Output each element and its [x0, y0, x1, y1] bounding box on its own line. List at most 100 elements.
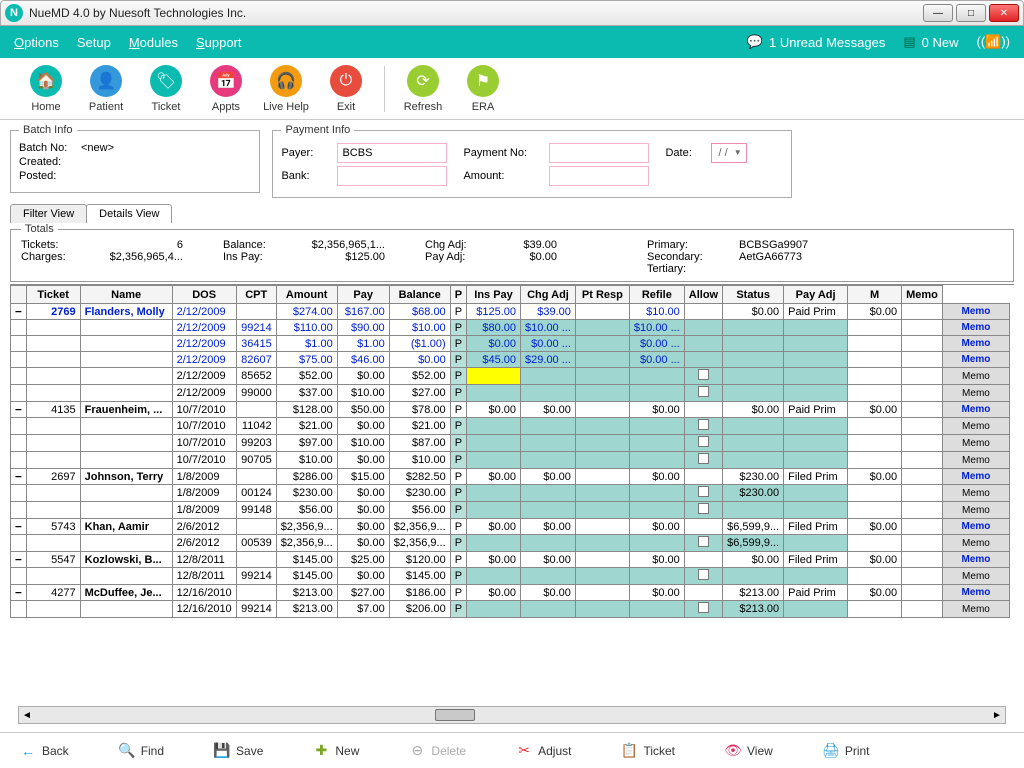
memo-button[interactable]: Memo	[942, 585, 1009, 601]
menu-setup[interactable]: Setup	[77, 35, 111, 50]
memo-button[interactable]: Memo	[942, 368, 1009, 385]
col-refile[interactable]: Refile	[629, 286, 684, 304]
table-row[interactable]: 12/8/201199214$145.00$0.00$145.00PMemo	[11, 568, 1010, 585]
tab-filter-view[interactable]: Filter View	[10, 204, 87, 223]
col-cpt[interactable]: CPT	[236, 286, 276, 304]
tab-details-view[interactable]: Details View	[86, 204, 172, 223]
col-m[interactable]: M	[848, 286, 902, 304]
bank-input[interactable]	[337, 166, 447, 186]
memo-button[interactable]: Memo	[942, 435, 1009, 452]
print-button[interactable]: 🖨Print	[823, 743, 870, 759]
refile-checkbox[interactable]	[698, 486, 709, 497]
memo-button[interactable]: Memo	[942, 469, 1009, 485]
table-row[interactable]: 2/6/201200539$2,356,9...$0.00$2,356,9...…	[11, 535, 1010, 552]
expand-toggle[interactable]: −	[15, 305, 22, 318]
table-row[interactable]: 10/7/201090705$10.00$0.00$10.00PMemo	[11, 452, 1010, 469]
menu-modules[interactable]: Modules	[129, 35, 178, 50]
ticket-button[interactable]: 🏷Ticket	[136, 65, 196, 113]
col-pay adj[interactable]: Pay Adj	[784, 286, 848, 304]
amount-input[interactable]	[549, 166, 649, 186]
ticket-bottom-button[interactable]: 📋Ticket	[621, 743, 675, 759]
refile-checkbox[interactable]	[698, 386, 709, 397]
memo-button[interactable]: Memo	[942, 352, 1009, 368]
menu-options[interactable]: Options	[14, 35, 59, 50]
memo-button[interactable]: Memo	[942, 568, 1009, 585]
table-row[interactable]: 2/12/200999214$110.00$90.00$10.00P$80.00…	[11, 320, 1010, 336]
table-row[interactable]: −4135Frauenheim, ...10/7/2010$128.00$50.…	[11, 402, 1010, 418]
col-amount[interactable]: Amount	[276, 286, 337, 304]
expand-toggle[interactable]: −	[15, 470, 22, 483]
appts-button[interactable]: 📅Appts	[196, 65, 256, 113]
unread-messages-link[interactable]: 💬 1 Unread Messages	[747, 34, 886, 50]
memo-button[interactable]: Memo	[942, 336, 1009, 352]
horizontal-scrollbar[interactable]: ◄ ►	[18, 706, 1006, 724]
data-grid[interactable]: TicketNameDOSCPTAmountPayBalancePIns Pay…	[10, 284, 1014, 682]
refile-checkbox[interactable]	[698, 369, 709, 380]
refile-checkbox[interactable]	[698, 602, 709, 613]
maximize-button[interactable]: □	[956, 4, 986, 22]
col-balance[interactable]: Balance	[389, 286, 450, 304]
expand-toggle[interactable]: −	[15, 553, 22, 566]
memo-button[interactable]: Memo	[942, 535, 1009, 552]
col-status[interactable]: Status	[723, 286, 784, 304]
refile-checkbox[interactable]	[698, 436, 709, 447]
refile-checkbox[interactable]	[698, 503, 709, 514]
date-picker[interactable]: / /	[711, 143, 746, 163]
col-memo[interactable]: Memo	[902, 286, 943, 304]
find-button[interactable]: 🔍Find	[119, 743, 164, 759]
exit-button[interactable]: ⏻Exit	[316, 65, 376, 113]
expand-toggle[interactable]: −	[15, 403, 22, 416]
new-button[interactable]: ✚New	[313, 743, 359, 759]
save-button[interactable]: 💾Save	[214, 743, 263, 759]
era-button[interactable]: ⚑ERA	[453, 65, 513, 113]
col-pt resp[interactable]: Pt Resp	[575, 286, 629, 304]
memo-button[interactable]: Memo	[942, 385, 1009, 402]
memo-button[interactable]: Memo	[942, 552, 1009, 568]
table-row[interactable]: 1/8/200999148$56.00$0.00$56.00PMemo	[11, 502, 1010, 519]
table-row[interactable]: 10/7/201099203$97.00$10.00$87.00PMemo	[11, 435, 1010, 452]
paymentno-input[interactable]	[549, 143, 649, 163]
expand-toggle[interactable]: −	[15, 586, 22, 599]
home-button[interactable]: 🏠Home	[16, 65, 76, 113]
table-row[interactable]: −5547Kozlowski, B...12/8/2011$145.00$25.…	[11, 552, 1010, 568]
new-messages-link[interactable]: ▤ 0 New	[903, 34, 958, 50]
view-button[interactable]: 👁View	[725, 743, 773, 759]
table-row[interactable]: 2/12/200999000$37.00$10.00$27.00PMemo	[11, 385, 1010, 402]
scroll-left-icon[interactable]: ◄	[19, 710, 35, 721]
memo-button[interactable]: Memo	[942, 418, 1009, 435]
table-row[interactable]: −4277McDuffee, Je...12/16/2010$213.00$27…	[11, 585, 1010, 601]
memo-button[interactable]: Memo	[942, 502, 1009, 519]
memo-button[interactable]: Memo	[942, 485, 1009, 502]
col-pay[interactable]: Pay	[337, 286, 389, 304]
table-row[interactable]: 1/8/200900124$230.00$0.00$230.00P$230.00…	[11, 485, 1010, 502]
adjust-button[interactable]: ✂Adjust	[516, 743, 571, 759]
refresh-button[interactable]: ⟳Refresh	[393, 65, 453, 113]
expand-toggle[interactable]: −	[15, 520, 22, 533]
table-row[interactable]: 2/12/200985652$52.00$0.00$52.00PMemo	[11, 368, 1010, 385]
col-ins pay[interactable]: Ins Pay	[467, 286, 521, 304]
col-chg adj[interactable]: Chg Adj	[521, 286, 576, 304]
ticket-link[interactable]: 2769	[51, 306, 75, 318]
col-allow[interactable]: Allow	[684, 286, 722, 304]
col-dos[interactable]: DOS	[172, 286, 236, 304]
patient-name-link[interactable]: Flanders, Molly	[85, 306, 165, 318]
col-name[interactable]: Name	[80, 286, 172, 304]
back-button[interactable]: ←Back	[20, 743, 69, 759]
memo-button[interactable]: Memo	[942, 601, 1009, 618]
scroll-right-icon[interactable]: ►	[989, 710, 1005, 721]
col-p[interactable]: P	[450, 286, 466, 304]
refile-checkbox[interactable]	[698, 453, 709, 464]
minimize-button[interactable]: —	[923, 4, 953, 22]
table-row[interactable]: −5743Khan, Aamir2/6/2012$2,356,9...$0.00…	[11, 519, 1010, 535]
wireless-icon[interactable]: ((📶))	[976, 34, 1010, 50]
memo-button[interactable]: Memo	[942, 452, 1009, 469]
refile-checkbox[interactable]	[698, 569, 709, 580]
table-row[interactable]: 10/7/201011042$21.00$0.00$21.00PMemo	[11, 418, 1010, 435]
close-button[interactable]: ✕	[989, 4, 1019, 22]
menu-support[interactable]: Support	[196, 35, 242, 50]
memo-button[interactable]: Memo	[942, 304, 1009, 320]
scrollbar-thumb[interactable]	[435, 709, 475, 721]
refile-checkbox[interactable]	[698, 419, 709, 430]
patient-button[interactable]: 👤Patient	[76, 65, 136, 113]
col-ticket[interactable]: Ticket	[26, 286, 80, 304]
